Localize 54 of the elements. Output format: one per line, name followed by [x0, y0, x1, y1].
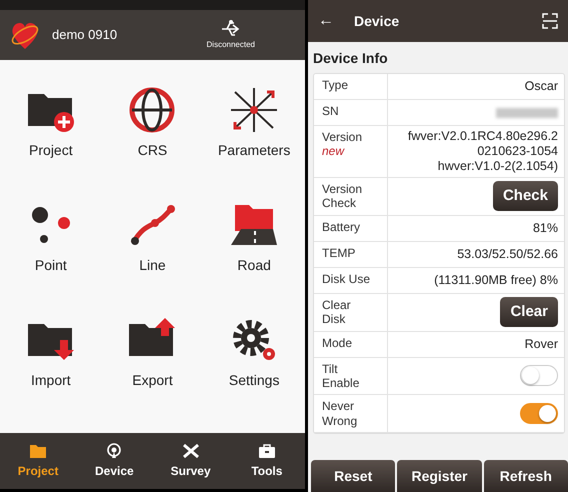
- menu-tile[interactable]: Road: [203, 195, 305, 310]
- field-label: Never Wrong: [322, 399, 358, 428]
- toggle-switch[interactable]: [520, 365, 558, 386]
- action-button[interactable]: Check: [492, 181, 558, 212]
- menu-tile[interactable]: Parameters: [203, 80, 305, 195]
- field-value: (11311.90MB free) 8%: [434, 272, 558, 288]
- version-line: hwver:V1.0-2(2.1054): [438, 159, 558, 174]
- crossing-arrows-icon: [229, 86, 280, 134]
- crossed-tools-icon: [182, 442, 200, 458]
- field-label: TEMP: [322, 246, 356, 260]
- project-name: demo 0910: [52, 26, 118, 44]
- menu-tile[interactable]: Export: [102, 310, 204, 425]
- field-label: Battery: [322, 220, 360, 234]
- nav-tab[interactable]: Device: [76, 433, 152, 489]
- action-button[interactable]: Refresh: [484, 460, 568, 492]
- field-value: 81%: [532, 220, 558, 236]
- version-line: 0210623-1054: [477, 144, 558, 159]
- field-value: 53.03/52.50/52.66: [457, 246, 558, 262]
- toggle-switch[interactable]: [520, 403, 558, 424]
- field-label: Version: [322, 130, 362, 144]
- field-value: Rover: [524, 336, 558, 352]
- folder-icon: [29, 442, 48, 458]
- antenna-icon: [105, 442, 124, 458]
- field-label: Tilt Enable: [322, 362, 360, 390]
- field-label: Disk Use: [322, 272, 370, 286]
- action-button[interactable]: Clear: [500, 297, 558, 328]
- action-button[interactable]: Reset: [311, 460, 396, 492]
- nav-tab[interactable]: Tools: [228, 433, 305, 489]
- field-label: Mode: [322, 336, 352, 350]
- menu-tile[interactable]: Line: [102, 195, 204, 310]
- menu-tile[interactable]: Import: [0, 310, 102, 425]
- field-label: Clear Disk: [322, 298, 351, 326]
- field-value: Oscar: [524, 79, 558, 94]
- menu-tile[interactable]: Settings: [203, 310, 305, 425]
- connection-status: Disconnected: [206, 39, 255, 51]
- menu-tile[interactable]: Point: [0, 195, 102, 310]
- usb-icon: [220, 19, 242, 39]
- action-button[interactable]: Register: [397, 460, 482, 492]
- globe-icon: [127, 86, 178, 134]
- field-label: SN: [322, 104, 339, 118]
- nav-tab[interactable]: Survey: [152, 433, 229, 489]
- back-button[interactable]: ←: [318, 9, 334, 33]
- new-label: new: [322, 144, 346, 159]
- screen-title: Device: [354, 12, 400, 30]
- section-title: Device Info: [312, 49, 389, 68]
- field-label: Type: [322, 78, 348, 92]
- menu-tile[interactable]: CRS: [102, 80, 204, 195]
- toolbox-icon: [258, 442, 276, 458]
- nav-tab[interactable]: Project: [0, 433, 76, 489]
- menu-tile[interactable]: Project: [0, 80, 102, 195]
- scan-icon: [542, 13, 558, 29]
- version-line: fwver:V2.0.1RC4.80e296.2: [408, 129, 558, 144]
- field-label: Version Check: [322, 182, 362, 210]
- blurred-value: [496, 108, 558, 118]
